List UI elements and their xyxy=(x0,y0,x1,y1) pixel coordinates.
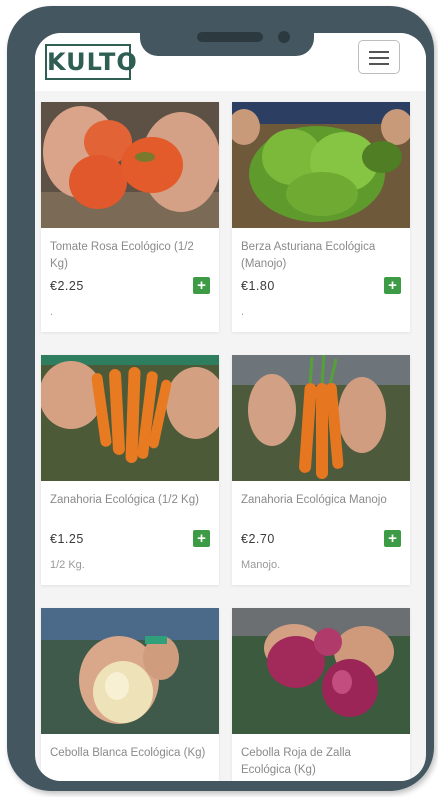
hamburger-menu-icon xyxy=(369,51,389,53)
product-title[interactable]: Zanahoria Ecológica (1/2 Kg) xyxy=(50,492,212,509)
add-to-cart-button[interactable]: + xyxy=(384,277,401,294)
product-title[interactable]: Berza Asturiana Ecológica (Manojo) xyxy=(241,239,403,273)
hamburger-bar xyxy=(369,63,389,65)
phone-frame: KULTO Tomate Rosa Ecológico (1/2 Kg) €2.… xyxy=(7,6,434,791)
product-image-carrot-bunch[interactable] xyxy=(232,355,410,481)
product-card[interactable]: Zanahoria Ecológica (1/2 Kg) €1.25 + 1/2… xyxy=(41,355,219,585)
product-unit: . xyxy=(50,306,54,318)
kulto-logo[interactable]: KULTO xyxy=(45,44,137,80)
product-title[interactable]: Tomate Rosa Ecológico (1/2 Kg) xyxy=(50,239,212,273)
speaker-icon xyxy=(197,32,263,42)
product-card[interactable]: Berza Asturiana Ecológica (Manojo) €1.80… xyxy=(232,102,410,332)
product-unit: 1/2 Kg. xyxy=(50,559,85,571)
product-card[interactable]: Tomate Rosa Ecológico (1/2 Kg) €2.25 + . xyxy=(41,102,219,332)
camera-icon xyxy=(278,31,290,43)
product-unit: . xyxy=(241,306,245,318)
product-card[interactable]: Cebolla Blanca Ecológica (Kg) xyxy=(41,608,219,781)
product-image-white-onion[interactable] xyxy=(41,608,219,734)
hamburger-menu-button[interactable] xyxy=(358,40,400,74)
add-to-cart-button[interactable]: + xyxy=(193,277,210,294)
product-image-tomatoes[interactable] xyxy=(41,102,219,228)
add-to-cart-button[interactable]: + xyxy=(193,530,210,547)
add-to-cart-button[interactable]: + xyxy=(384,530,401,547)
product-unit: Manojo. xyxy=(241,559,281,571)
product-title[interactable]: Cebolla Roja de Zalla Ecológica (Kg) xyxy=(241,745,403,779)
hamburger-bar xyxy=(369,57,389,59)
product-title[interactable]: Zanahoria Ecológica Manojo xyxy=(241,492,403,509)
product-card[interactable]: Zanahoria Ecológica Manojo €2.70 + Manoj… xyxy=(232,355,410,585)
product-price: €2.25 xyxy=(50,279,84,293)
product-image-cabbage[interactable] xyxy=(232,102,410,228)
product-image-red-onions[interactable] xyxy=(232,608,410,734)
product-image-carrots[interactable] xyxy=(41,355,219,481)
product-card[interactable]: Cebolla Roja de Zalla Ecológica (Kg) xyxy=(232,608,410,781)
phone-notch xyxy=(140,20,314,56)
phone-screen: KULTO Tomate Rosa Ecológico (1/2 Kg) €2.… xyxy=(35,33,426,781)
product-price: €1.25 xyxy=(50,532,84,546)
product-price: €1.80 xyxy=(241,279,275,293)
product-price: €2.70 xyxy=(241,532,275,546)
product-title[interactable]: Cebolla Blanca Ecológica (Kg) xyxy=(50,745,212,762)
